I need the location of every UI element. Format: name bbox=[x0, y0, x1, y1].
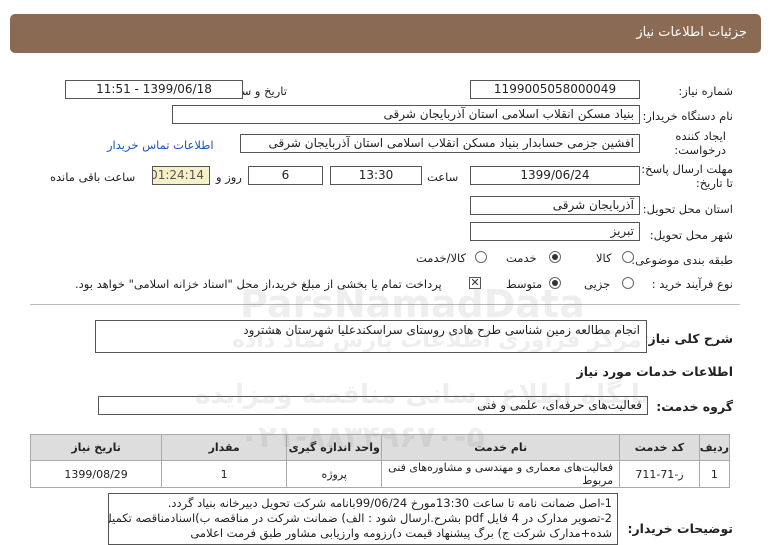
deadline-days-label: روز و bbox=[216, 170, 242, 184]
payment-checkbox[interactable]: ✕ bbox=[469, 277, 481, 289]
buyer-note-line: 1-اصل ضمانت نامه تا ساعت 13:30مورخ 99/06… bbox=[167, 496, 612, 510]
buyer-org-label: نام دستگاه خریدار: bbox=[642, 109, 733, 123]
need-number-field: 1199005058000049 bbox=[470, 80, 640, 99]
section-divider bbox=[30, 304, 740, 305]
buyer-notes-label: توضیحات خریدار: bbox=[627, 521, 733, 536]
cell-need-date: 1399/08/29 bbox=[29, 460, 163, 488]
requester-field: افشین جزمی حسابدار بنیاد مسکن انقلاب اسل… bbox=[240, 134, 640, 153]
deadline-days-field: 6 bbox=[248, 166, 323, 185]
cell-unit: پروژه bbox=[286, 460, 383, 488]
category-option-goods-service: کالا/خدمت bbox=[416, 251, 467, 265]
cell-row-number: 1 bbox=[698, 460, 731, 488]
purchase-radio-medium[interactable] bbox=[549, 277, 561, 289]
remaining-time-field: 01:24:14 bbox=[152, 166, 210, 185]
category-radio-goods-service[interactable] bbox=[475, 251, 487, 263]
requester-label-line2: درخواست: bbox=[674, 143, 726, 157]
province-field: آذربایجان شرقی bbox=[470, 196, 640, 215]
table-row: 1 ز-71-711 فعالیت‌های معماری و مهندسی و … bbox=[29, 460, 731, 488]
cell-service-code: ز-71-711 bbox=[619, 460, 700, 488]
page-title: جزئیات اطلاعات نیاز bbox=[636, 25, 747, 40]
purchase-radio-minor[interactable] bbox=[622, 277, 634, 289]
deadline-date-field: 1399/06/24 bbox=[470, 166, 640, 185]
city-field: تبریز bbox=[470, 222, 640, 241]
purchase-option-minor: جزیی bbox=[584, 277, 611, 291]
category-option-goods: کالا bbox=[596, 251, 612, 265]
announce-datetime-field: 1399/06/18 - 11:51 bbox=[65, 80, 243, 99]
col-service-name: نام خدمت bbox=[381, 434, 621, 461]
deadline-label-line1: مهلت ارسال پاسخ: bbox=[641, 162, 733, 176]
service-group-label: گروه خدمت: bbox=[656, 399, 733, 414]
buyer-org-field: بنیاد مسکن انقلاب اسلامی استان آذربایجان… bbox=[172, 105, 640, 124]
payment-note: پرداخت تمام یا بخشی از مبلغ خرید،از محل … bbox=[75, 277, 442, 291]
contact-info-link[interactable]: اطلاعات تماس خریدار bbox=[107, 138, 214, 152]
buyer-note-line: شده+مدارک شرکت ج) برگ پیشنهاد قیمت د)رزو… bbox=[190, 526, 612, 540]
col-quantity: مقدار bbox=[161, 434, 288, 461]
summary-label: شرح کلی نیاز: bbox=[643, 331, 733, 346]
service-group-field: فعالیت‌های حرفه‌ای، علمی و فنی bbox=[98, 396, 648, 415]
services-table: ردیف کد خدمت نام خدمت واحد اندازه گیری م… bbox=[29, 434, 731, 488]
city-label: شهر محل تحویل: bbox=[649, 228, 733, 242]
category-radio-goods[interactable] bbox=[622, 251, 634, 263]
deadline-label-line2: تا تاریخ: bbox=[695, 176, 733, 190]
deadline-time-label: ساعت bbox=[427, 170, 459, 184]
cell-service-name: فعالیت‌های معماری و مهندسی و مشاوره‌های … bbox=[381, 460, 621, 488]
purchase-type-label: نوع فرآیند خرید : bbox=[651, 277, 733, 291]
category-option-service: خدمت bbox=[506, 251, 537, 265]
services-section-title: اطلاعات خدمات مورد نیاز bbox=[576, 364, 734, 379]
col-service-code: کد خدمت bbox=[619, 434, 700, 461]
col-row-number: ردیف bbox=[698, 434, 731, 461]
purchase-option-medium: متوسط bbox=[506, 277, 543, 291]
category-label: طبقه بندی موضوعی: bbox=[631, 253, 733, 267]
cell-quantity: 1 bbox=[161, 460, 288, 488]
col-need-date: تاریخ نیاز bbox=[29, 434, 163, 461]
need-number-label: شماره نیاز: bbox=[678, 84, 733, 98]
col-unit: واحد اندازه گیری bbox=[286, 434, 383, 461]
table-header-row: ردیف کد خدمت نام خدمت واحد اندازه گیری م… bbox=[29, 434, 731, 461]
deadline-time-field: 13:30 bbox=[330, 166, 422, 185]
summary-field: انجام مطالعه زمین شناسی طرح هادی روستای … bbox=[95, 320, 647, 353]
province-label: استان محل تحویل: bbox=[642, 202, 733, 216]
buyer-notes-field: 1-اصل ضمانت نامه تا ساعت 13:30مورخ 99/06… bbox=[108, 493, 618, 545]
summary-text: انجام مطالعه زمین شناسی طرح هادی روستای … bbox=[243, 323, 640, 337]
buyer-note-line: 2-تصویر مدارک در 4 فایل pdf بشرح.ارسال ش… bbox=[108, 511, 612, 525]
header-bar: جزئیات اطلاعات نیاز bbox=[10, 14, 761, 53]
requester-label-line1: ایجاد کننده bbox=[675, 129, 726, 143]
category-radio-service[interactable] bbox=[549, 251, 561, 263]
remaining-time-label: ساعت باقی مانده bbox=[50, 170, 136, 184]
